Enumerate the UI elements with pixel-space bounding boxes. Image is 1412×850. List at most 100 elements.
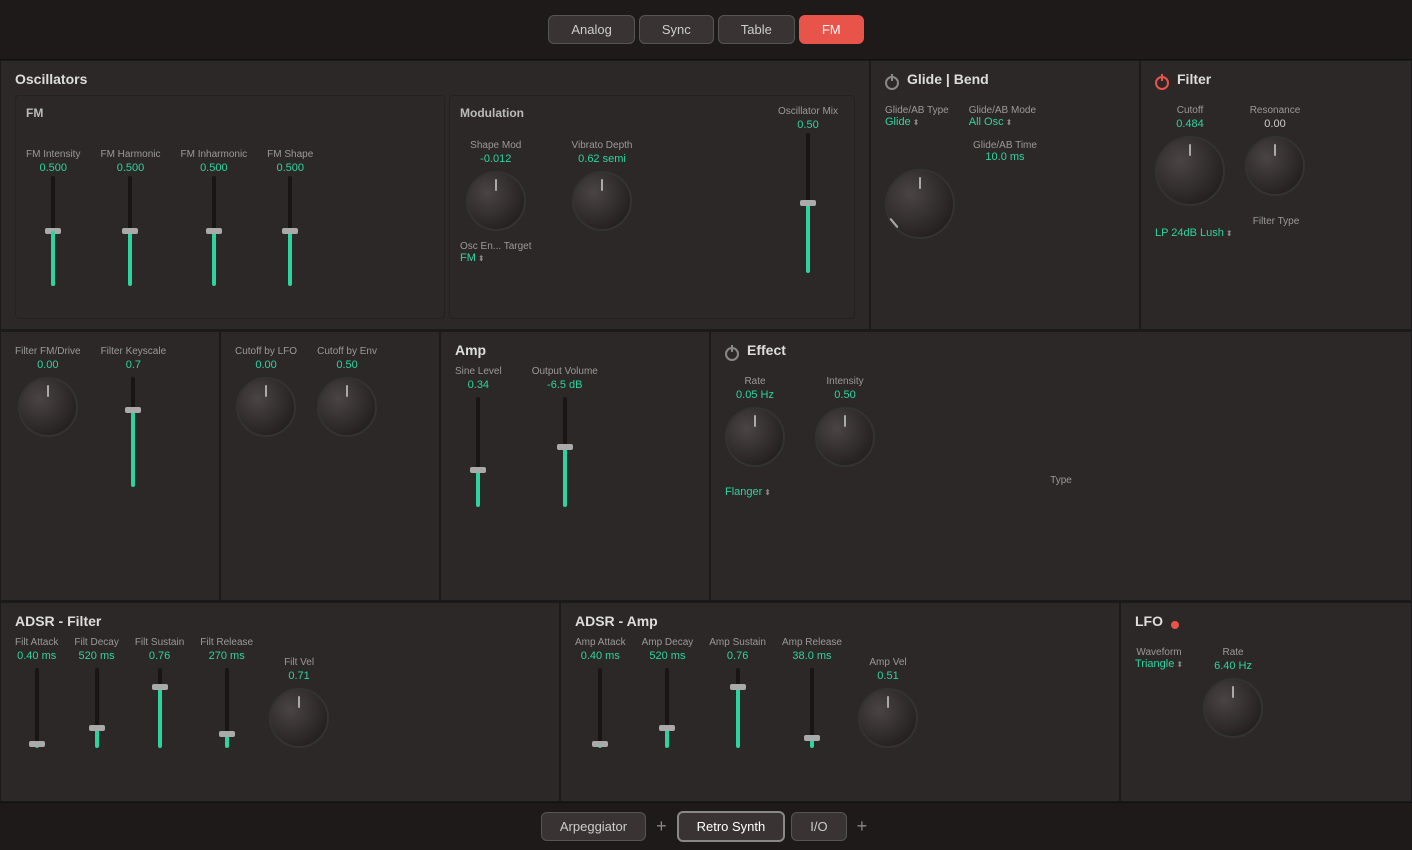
io-button[interactable]: I/O	[791, 812, 846, 841]
filt-attack-track[interactable]	[35, 668, 39, 748]
glide-header: Glide | Bend	[885, 71, 1125, 95]
vibrato-knob[interactable]	[572, 171, 632, 231]
amp-decay-track[interactable]	[665, 668, 669, 748]
fm-intensity-value: 0.500	[39, 162, 67, 174]
filt-release-label: Filt Release	[200, 637, 253, 648]
tab-analog[interactable]: Analog	[548, 15, 634, 44]
lfo-panel: LFO Waveform Triangle ⬍ Rate 6.40 Hz	[1120, 602, 1412, 802]
glide-mode-arrow: ⬍	[1006, 118, 1013, 127]
fm-harmonic-track[interactable]	[128, 176, 132, 286]
lfo-rate-value: 6.40 Hz	[1214, 660, 1252, 672]
glide-time-knob[interactable]	[885, 169, 955, 239]
filter-controls: Cutoff 0.484 Resonance 0.00	[1155, 105, 1397, 206]
amp-panel: Amp Sine Level 0.34 Output Volume -6.5 d…	[440, 331, 710, 601]
amp-attack-container: Amp Attack 0.40 ms	[575, 637, 626, 748]
amp-vel-label: Amp Vel	[869, 657, 906, 668]
filter-title: Filter	[1177, 71, 1211, 87]
fm-section: FM FM Intensity 0.500	[15, 95, 445, 319]
fm-shape-value: 0.500	[276, 162, 304, 174]
tab-table[interactable]: Table	[718, 15, 795, 44]
effect-type-dropdown[interactable]: Flanger ⬍	[725, 486, 1397, 498]
filt-release-track[interactable]	[225, 668, 229, 748]
osc-inner: FM FM Intensity 0.500	[15, 95, 855, 319]
lfo-rate-knob[interactable]	[1203, 678, 1263, 738]
glide-mode-value: All Osc	[969, 116, 1004, 128]
glide-type-arrow: ⬍	[913, 118, 920, 127]
effect-rate-knob[interactable]	[725, 407, 785, 467]
filter-keyscale-value: 0.7	[126, 359, 141, 371]
lfo-waveform-dropdown[interactable]: Triangle ⬍	[1135, 658, 1183, 670]
resonance-knob[interactable]	[1245, 136, 1305, 196]
filt-decay-value: 520 ms	[79, 650, 115, 662]
fm-shape-container: FM Shape 0.500	[267, 149, 313, 286]
effect-power-icon[interactable]	[725, 347, 739, 361]
vibrato-value: 0.62 semi	[578, 153, 626, 165]
cutoff-lfo-knob[interactable]	[236, 377, 296, 437]
osc-env-dropdown[interactable]: FM ⬍	[460, 252, 532, 264]
amp-release-container: Amp Release 38.0 ms	[782, 637, 842, 748]
osc-mix-value: 0.50	[797, 119, 818, 131]
glide-type-value: Glide	[885, 116, 911, 128]
glide-title: Glide | Bend	[907, 71, 989, 87]
amp-vel-knob[interactable]	[858, 688, 918, 748]
filt-sustain-track[interactable]	[158, 668, 162, 748]
tab-sync[interactable]: Sync	[639, 15, 714, 44]
lfo-rate-container: Rate 6.40 Hz	[1203, 647, 1263, 738]
filt-vel-label: Filt Vel	[284, 657, 314, 668]
retro-synth-button[interactable]: Retro Synth	[677, 811, 786, 842]
filt-sustain-value: 0.76	[149, 650, 170, 662]
glide-mode-dropdown[interactable]: All Osc ⬍	[969, 116, 1036, 128]
filter-type-dropdown[interactable]: LP 24dB Lush ⬍	[1155, 227, 1397, 239]
sine-level-label: Sine Level	[455, 366, 502, 377]
shape-mod-container: Shape Mod -0.012 Osc En... Target FM ⬍	[460, 140, 532, 264]
filt-sustain-label: Filt Sustain	[135, 637, 184, 648]
adsr-amp-panel: ADSR - Amp Amp Attack 0.40 ms Amp Decay	[560, 602, 1120, 802]
cutoff-knob[interactable]	[1155, 136, 1225, 206]
filter-keyscale-track[interactable]	[131, 377, 135, 487]
add-button-1[interactable]: +	[652, 816, 671, 837]
output-vol-value: -6.5 dB	[547, 379, 582, 391]
effect-type-label: Type	[725, 475, 1397, 486]
resonance-value: 0.00	[1264, 118, 1285, 130]
amp-sustain-value: 0.76	[727, 650, 748, 662]
filt-decay-container: Filt Decay 520 ms	[74, 637, 118, 748]
amp-sustain-track[interactable]	[736, 668, 740, 748]
osc-mix-label: Oscillator Mix	[778, 106, 838, 117]
cutoff-env-knob[interactable]	[317, 377, 377, 437]
filter-type-label: Filter Type	[1155, 216, 1397, 227]
glide-time-value: 10.0 ms	[885, 151, 1125, 163]
cutoff-lfo-value: 0.00	[255, 359, 276, 371]
amp-decay-value: 520 ms	[649, 650, 685, 662]
osc-mix-container: Oscillator Mix 0.50	[778, 106, 838, 273]
glide-type-dropdown[interactable]: Glide ⬍	[885, 116, 949, 128]
fm-intensity-container: FM Intensity 0.500	[26, 149, 80, 286]
filt-decay-track[interactable]	[95, 668, 99, 748]
amp-attack-value: 0.40 ms	[581, 650, 620, 662]
fm-intensity-track[interactable]	[51, 176, 55, 286]
filt-vel-knob[interactable]	[269, 688, 329, 748]
shape-mod-knob[interactable]	[466, 171, 526, 231]
add-button-2[interactable]: +	[853, 816, 872, 837]
fm-inharmonic-track[interactable]	[212, 176, 216, 286]
amp-attack-track[interactable]	[598, 668, 602, 748]
filt-attack-value: 0.40 ms	[17, 650, 56, 662]
glide-mode-label: Glide/AB Mode	[969, 105, 1036, 116]
filt-attack-label: Filt Attack	[15, 637, 58, 648]
effect-intensity-knob[interactable]	[815, 407, 875, 467]
amp-vel-container: Amp Vel 0.51	[858, 657, 918, 748]
vibrato-label: Vibrato Depth	[572, 140, 633, 151]
glide-type-label: Glide/AB Type	[885, 105, 949, 116]
fm-shape-track[interactable]	[288, 176, 292, 286]
osc-mix-track[interactable]	[806, 133, 810, 273]
effect-rate-container: Rate 0.05 Hz	[725, 376, 785, 467]
effect-intensity-value: 0.50	[834, 389, 855, 401]
arpeggiator-button[interactable]: Arpeggiator	[541, 812, 646, 841]
sine-level-track[interactable]	[476, 397, 480, 507]
amp-release-track[interactable]	[810, 668, 814, 748]
glide-power-icon[interactable]	[885, 76, 899, 90]
filter-fm-knob[interactable]	[18, 377, 78, 437]
tab-fm[interactable]: FM	[799, 15, 864, 44]
filter-power-icon[interactable]	[1155, 76, 1169, 90]
output-vol-track[interactable]	[563, 397, 567, 507]
lfo-controls: Waveform Triangle ⬍ Rate 6.40 Hz	[1135, 647, 1397, 738]
